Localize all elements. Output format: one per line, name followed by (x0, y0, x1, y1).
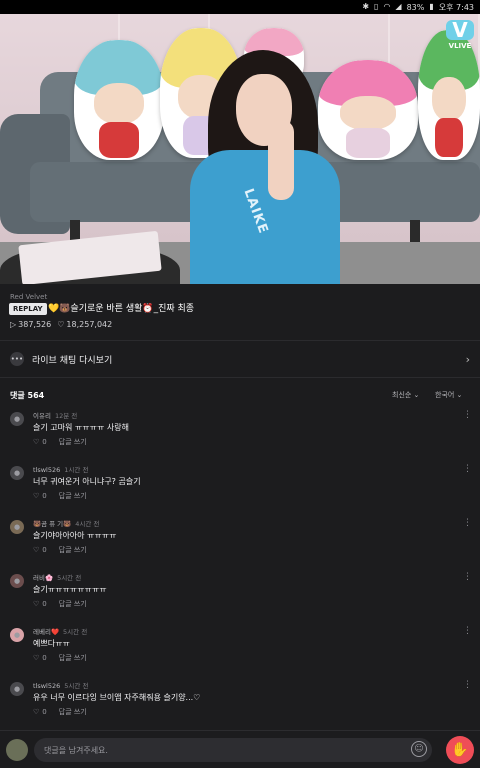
chat-replay-label: 라이브 채팅 다시보기 (32, 355, 113, 366)
heart-icon: ♡ (33, 492, 40, 500)
like-button[interactable]: ♡ 0 (33, 707, 47, 717)
channel-name[interactable]: Red Velvet (10, 293, 47, 301)
avatar[interactable]: ● (10, 574, 24, 588)
like-count: 18,257,042 (66, 320, 113, 329)
comment-text: 유우 너무 이르다잉 브이앱 자주해줘용 슬기양...♡ (33, 693, 201, 702)
comment-author[interactable]: 🐻곰 퓨 기🐻 (33, 520, 71, 528)
avatar[interactable]: ● (10, 466, 24, 480)
reply-button[interactable]: 답글 쓰기 (59, 653, 87, 663)
video-stats: ▷ 387,526 ♡ 18,257,042 (10, 320, 112, 329)
more-options-icon[interactable]: ⋮ (463, 464, 472, 474)
language-dropdown[interactable]: 한국어 ⌄ (435, 390, 462, 400)
like-button[interactable]: ♡ 0 (33, 491, 47, 501)
heart-icon: ♡ (33, 600, 40, 608)
heart-icon: ♡ (33, 708, 40, 716)
bluetooth-icon: ✱ (362, 2, 370, 11)
sort-dropdown[interactable]: 최신순 ⌄ (392, 390, 419, 400)
comment-author[interactable]: 러비🌸 (33, 574, 53, 582)
like-button[interactable]: ♡ 0 (33, 653, 47, 663)
battery-icon: ▮ (429, 2, 434, 11)
heart-icon: ♡ (33, 546, 40, 554)
signal-icon: ◢ (395, 2, 402, 11)
character-pillow (74, 40, 164, 160)
comment-author[interactable]: tlswl526 (33, 682, 60, 690)
avatar[interactable] (6, 739, 28, 761)
play-icon: ▷ (10, 320, 17, 329)
wifi-icon: ◠ (383, 2, 391, 11)
comment-author[interactable]: 이유리 (33, 412, 51, 420)
play-count: 387,526 (18, 320, 52, 329)
comment-time: 5시간 전 (64, 682, 89, 690)
emoji-icon[interactable]: ☺ (411, 741, 427, 757)
like-button[interactable]: ♡ 0 (33, 545, 47, 555)
comment-author[interactable]: tlswl526 (33, 466, 60, 474)
heart-reaction-button[interactable]: ✋ (446, 736, 474, 764)
character-pillow (318, 60, 418, 160)
like-button[interactable]: ♡ 0 (33, 599, 47, 609)
chat-replay-row[interactable]: ••• 라이브 채팅 다시보기 › (0, 340, 480, 378)
replay-badge: REPLAY (9, 303, 47, 315)
comment-item: ● 이유리 12분 전 슬기 고마워 ㅠㅠㅠㅠ 사랑해 ♡ 0 답글 쓰기 ⋮ (0, 410, 480, 462)
more-options-icon[interactable]: ⋮ (463, 410, 472, 420)
comment-item: ● 🐻곰 퓨 기🐻 4시간 전 슬기야아아아아 ㅠㅠㅠㅠ ♡ 0 답글 쓰기 ⋮ (0, 518, 480, 570)
reply-button[interactable]: 답글 쓰기 (59, 437, 87, 447)
more-options-icon[interactable]: ⋮ (463, 626, 472, 636)
more-options-icon[interactable]: ⋮ (463, 680, 472, 690)
comment-author[interactable]: 레베리❤️ (33, 628, 59, 636)
comment-item: ● tlswl526 1시간 전 너무 귀여운거 아니냐구? 곰슬기 ♡ 0 답글 … (0, 464, 480, 516)
comment-text: 너무 귀여운거 아니냐구? 곰슬기 (33, 477, 141, 486)
avatar[interactable]: ● (10, 412, 24, 426)
heart-icon: ♡ (57, 320, 65, 329)
comment-time: 5시간 전 (57, 574, 82, 582)
host-hands (268, 120, 294, 200)
status-bar: ✱ ▯ ◠ ◢ 83% ▮ 오후 7:43 (0, 0, 480, 14)
battery-level: 83% (406, 2, 425, 12)
comment-item: ● 레베리❤️ 5시간 전 예쁘다ㅠㅠ ♡ 0 답글 쓰기 ⋮ (0, 626, 480, 678)
reply-button[interactable]: 답글 쓰기 (59, 707, 87, 717)
avatar[interactable]: ● (10, 520, 24, 534)
video-player[interactable]: LAIKE V VLIVE (0, 14, 480, 284)
video-info: Red Velvet REPLAY 💛🐻슬기로운 바른 생활⏰_진짜 최종 ▷ 3… (0, 284, 480, 338)
clock: 오후 7:43 (438, 2, 474, 12)
comment-input[interactable] (34, 738, 432, 763)
avatar[interactable]: ● (10, 628, 24, 642)
heart-icon: ♡ (33, 438, 40, 446)
more-options-icon[interactable]: ⋮ (463, 572, 472, 582)
avatar[interactable]: ● (10, 682, 24, 696)
like-button[interactable]: ♡ 0 (33, 437, 47, 447)
vibrate-icon: ▯ (374, 2, 379, 11)
chat-bubble-icon: ••• (10, 352, 24, 366)
comment-text: 예쁘다ㅠㅠ (33, 639, 70, 648)
heart-icon: ♡ (33, 654, 40, 662)
comment-item: ● tlswl526 5시간 전 유우 너무 이르다잉 브이앱 자주해줘용 슬기양… (0, 680, 480, 732)
comment-time: 5시간 전 (63, 628, 88, 636)
comment-item: ● 러비🌸 5시간 전 슬기ㅠㅠㅠㅠㅠㅠㅠㅠ ♡ 0 답글 쓰기 ⋮ (0, 572, 480, 624)
reply-button[interactable]: 답글 쓰기 (59, 491, 87, 501)
comment-input-container[interactable] (34, 738, 432, 763)
reply-button[interactable]: 답글 쓰기 (59, 599, 87, 609)
chevron-right-icon: › (465, 352, 470, 366)
more-options-icon[interactable]: ⋮ (463, 518, 472, 528)
comment-input-bar: ☺ ✋ (0, 730, 480, 768)
comments-count: 댓글 564 (10, 391, 45, 400)
comment-text: 슬기 고마워 ㅠㅠㅠㅠ 사랑해 (33, 423, 129, 432)
video-title: 💛🐻슬기로운 바른 생활⏰_진짜 최종 (48, 304, 195, 314)
comment-time: 4시간 전 (75, 520, 100, 528)
reply-button[interactable]: 답글 쓰기 (59, 545, 87, 555)
comment-time: 1시간 전 (64, 466, 89, 474)
comment-time: 12분 전 (54, 412, 78, 420)
comment-text: 슬기ㅠㅠㅠㅠㅠㅠㅠㅠ (33, 585, 107, 594)
comment-text: 슬기야아아아아 ㅠㅠㅠㅠ (33, 531, 117, 540)
comments-header: 댓글 564 최신순 ⌄ 한국어 ⌄ (0, 386, 480, 404)
vlive-logo: V VLIVE (446, 20, 474, 56)
